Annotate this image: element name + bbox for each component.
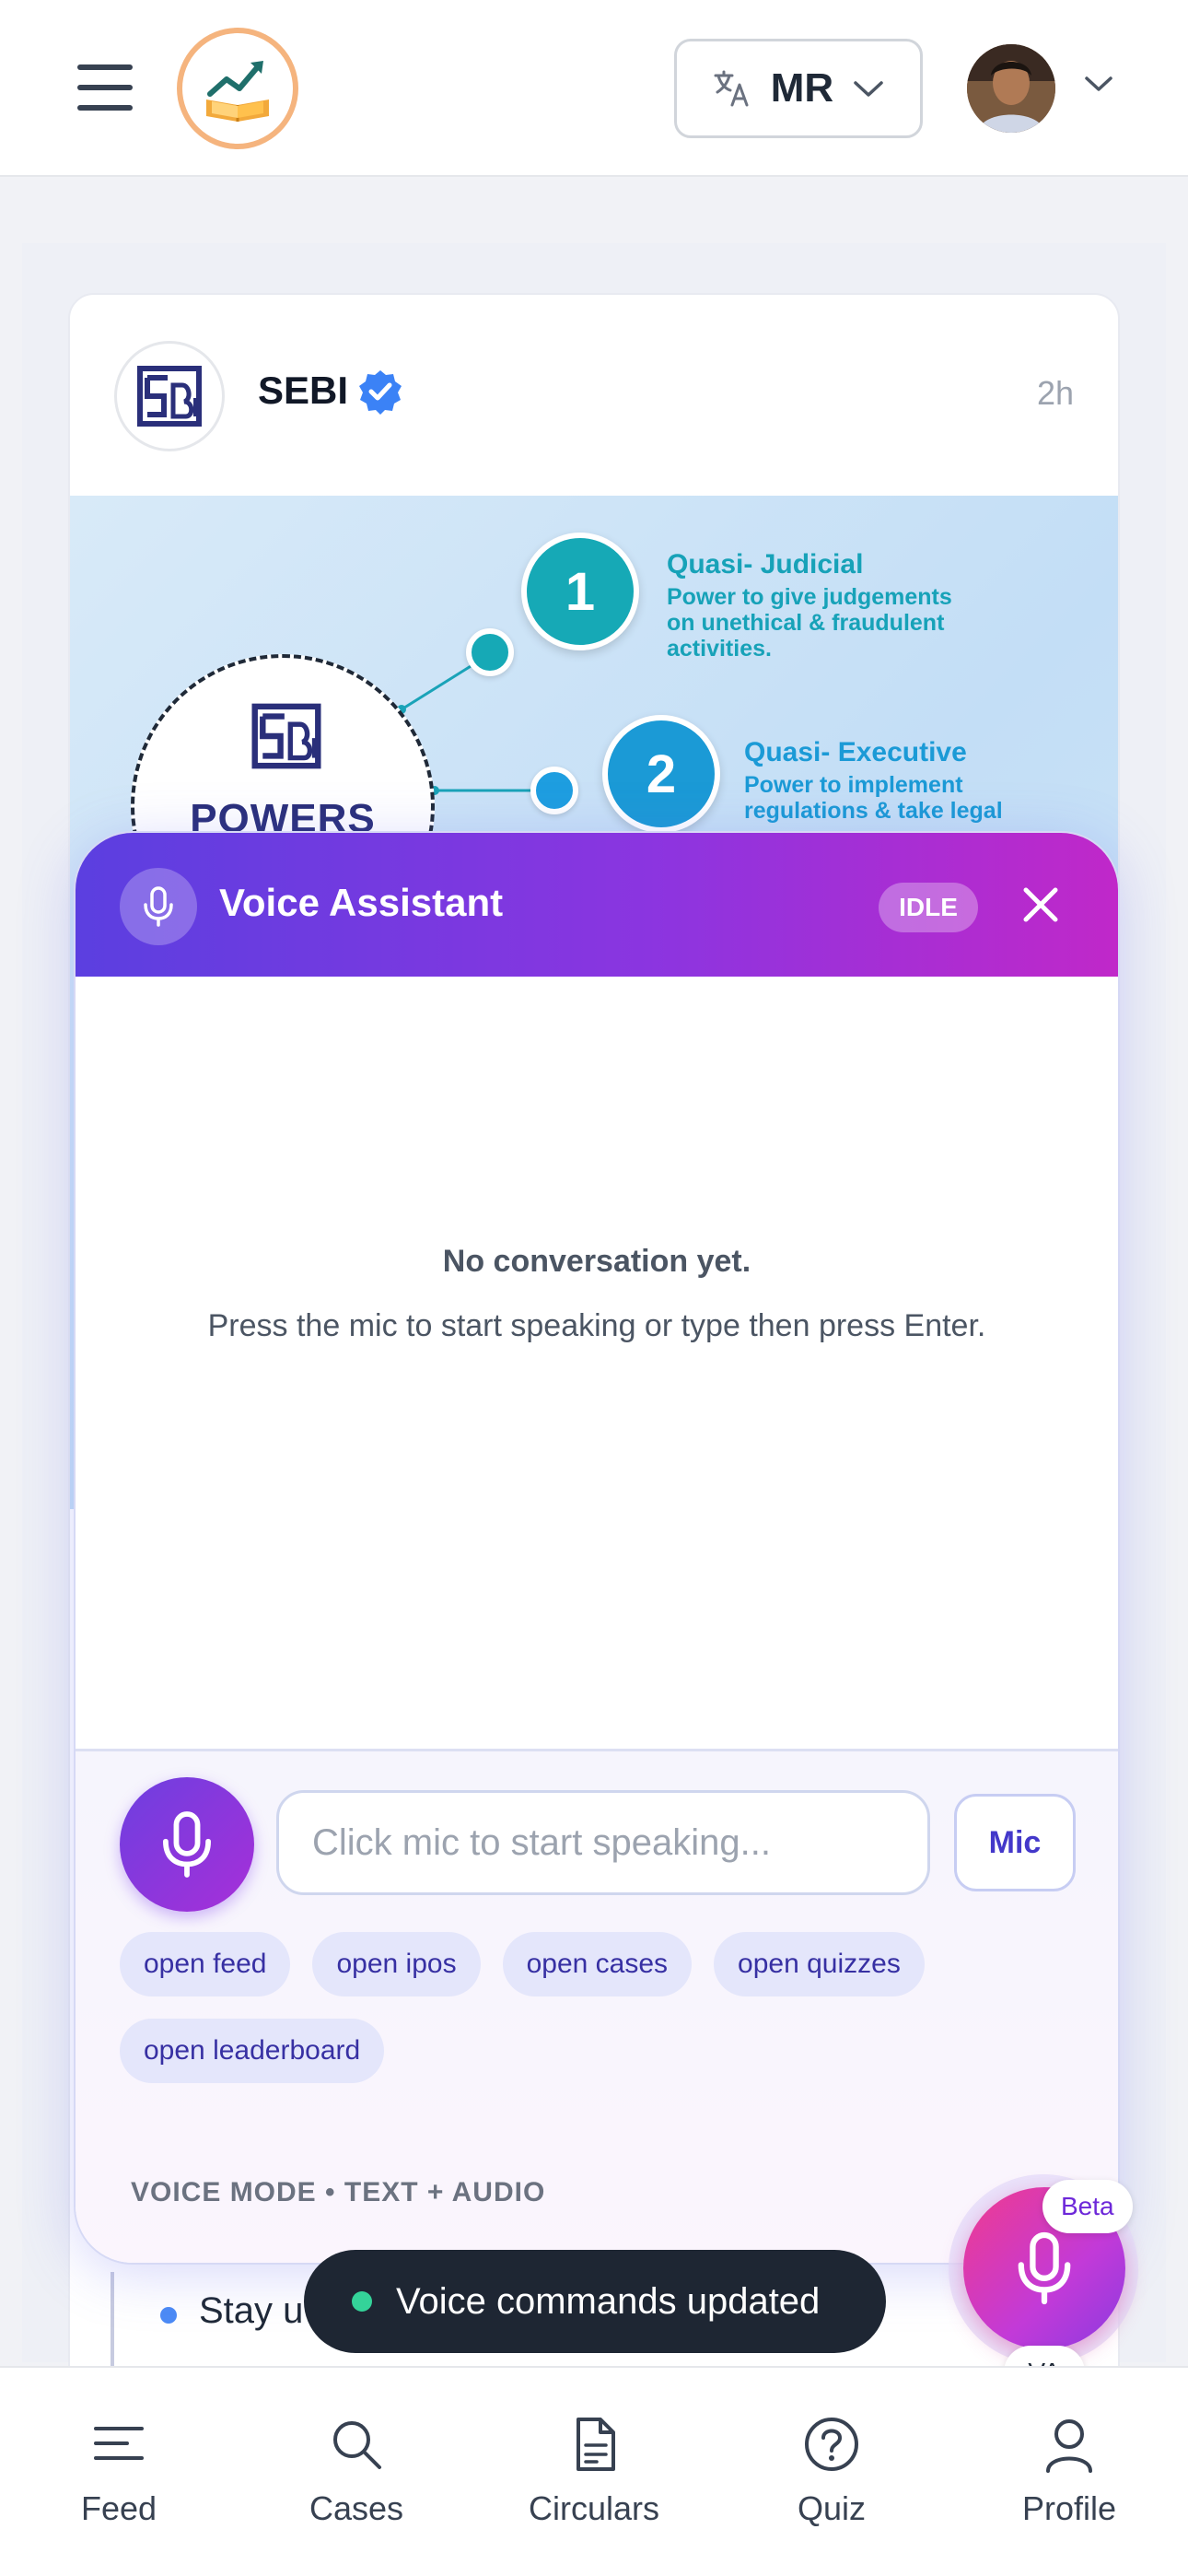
language-selector[interactable]: MR — [674, 39, 923, 138]
empty-state-subtitle: Press the mic to start speaking or type … — [207, 1308, 986, 1343]
post-timestamp: 2h — [1036, 374, 1074, 412]
bottom-navigation: Feed Cases Circulars Quiz Profile — [0, 2366, 1188, 2576]
verified-badge-icon — [359, 370, 402, 415]
account-chevron-down-icon[interactable] — [1083, 74, 1114, 98]
beta-badge: Beta — [1042, 2180, 1133, 2233]
nav-label-circulars: Circulars — [528, 2489, 659, 2527]
nav-item-quiz[interactable]: Quiz — [713, 2368, 950, 2576]
empty-state-title: No conversation yet. — [442, 1244, 751, 1279]
voice-text-input[interactable] — [276, 1790, 930, 1895]
nav-label-quiz: Quiz — [797, 2489, 867, 2527]
chip-open-feed[interactable]: open feed — [120, 1932, 291, 1996]
bullet-dot — [160, 2307, 177, 2324]
connector-dot-2 — [530, 767, 578, 814]
sebi-emblem — [137, 366, 202, 427]
mic-toggle-button[interactable]: Mic — [954, 1794, 1076, 1891]
hamburger-menu-icon[interactable] — [77, 64, 133, 111]
post-author[interactable]: SEBI — [258, 369, 348, 413]
voice-assistant-header: Voice Assistant IDLE — [76, 833, 1118, 977]
voice-assistant-title: Voice Assistant — [219, 881, 504, 924]
bullet-text: Stay u — [199, 2290, 304, 2331]
status-badge: IDLE — [879, 883, 978, 932]
post-header: SEBI 2h — [70, 295, 1118, 496]
avatar-photo — [967, 44, 1055, 133]
toast-notification: Voice commands updated — [304, 2250, 886, 2353]
translate-icon — [714, 70, 749, 107]
connector-dot-1 — [466, 628, 514, 676]
nav-label-feed: Feed — [80, 2489, 157, 2527]
power-number-1: 1 — [521, 533, 639, 650]
nav-item-profile[interactable]: Profile — [950, 2368, 1188, 2576]
feed-lines-icon — [94, 2427, 144, 2460]
app-logo[interactable] — [177, 28, 298, 149]
question-circle-icon — [805, 2418, 858, 2471]
close-icon[interactable] — [1015, 879, 1066, 931]
logo-book-chart-icon — [206, 61, 269, 122]
power-desc-2: Power to implement regulations & take le… — [744, 772, 1003, 824]
sebi-logo[interactable] — [114, 341, 225, 451]
power-number-2: 2 — [602, 715, 720, 833]
nav-label-profile: Profile — [1021, 2489, 1117, 2527]
toast-text: Voice commands updated — [396, 2280, 821, 2322]
nav-label-cases: Cases — [309, 2489, 404, 2527]
toast-status-dot — [352, 2291, 372, 2312]
search-icon — [333, 2421, 381, 2469]
sebi-emblem-large — [251, 703, 321, 769]
chevron-down-icon — [854, 81, 883, 97]
nav-item-feed[interactable]: Feed — [0, 2368, 238, 2576]
chip-open-quizzes[interactable]: open quizzes — [714, 1932, 925, 1996]
voice-assistant-panel: Voice Assistant IDLE No conversation yet… — [74, 831, 1120, 2265]
nav-item-circulars[interactable]: Circulars — [475, 2368, 713, 2576]
nav-item-cases[interactable]: Cases — [238, 2368, 475, 2576]
chip-open-leaderboard[interactable]: open leaderboard — [120, 2019, 385, 2083]
voice-mode-label: VOICE MODE • TEXT + AUDIO — [131, 2177, 546, 2207]
app-header: MR — [0, 0, 1188, 177]
chip-open-ipos[interactable]: open ipos — [312, 1932, 481, 1996]
document-icon — [577, 2418, 615, 2471]
conversation-area: No conversation yet. Press the mic to st… — [76, 977, 1118, 1749]
voice-assistant-footer: Mic open feed open ipos open cases open … — [76, 1749, 1118, 2263]
language-code: MR — [770, 65, 834, 111]
power-desc-1: Power to give judgements on unethical & … — [667, 584, 952, 662]
mic-icon — [120, 868, 197, 945]
command-chips: open feed open ipos open cases open quiz… — [120, 1932, 1077, 2083]
power-title-2: Quasi- Executive — [744, 737, 967, 767]
user-avatar[interactable] — [967, 44, 1055, 133]
microphone-icon — [1018, 2231, 1071, 2305]
chip-open-cases[interactable]: open cases — [502, 1932, 693, 1996]
user-icon — [1046, 2419, 1092, 2473]
microphone-icon — [163, 1811, 211, 1878]
start-mic-button[interactable] — [120, 1777, 254, 1912]
power-title-1: Quasi- Judicial — [667, 549, 864, 580]
